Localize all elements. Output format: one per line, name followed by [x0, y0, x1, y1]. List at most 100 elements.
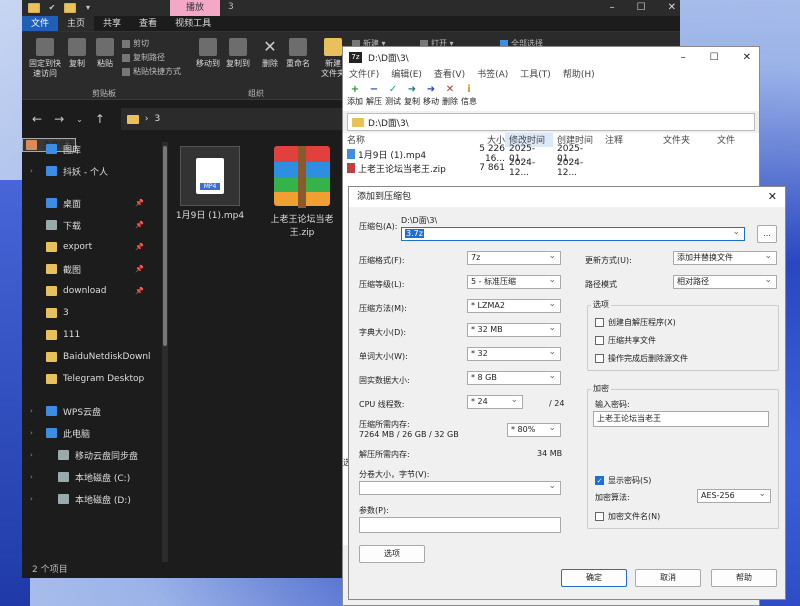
delete-button[interactable]: ✕ 删除	[258, 38, 282, 69]
menu-item[interactable]: 工具(T)	[520, 67, 551, 83]
menu-item[interactable]: 查看(V)	[434, 67, 465, 83]
chevron-right-icon[interactable]: ›	[30, 167, 33, 175]
tab-file[interactable]: 文件	[22, 16, 59, 31]
sidebar-item[interactable]: 截图 📌	[22, 258, 150, 280]
nav-scrollbar[interactable]	[162, 142, 168, 562]
dict-select[interactable]: * 32 MB	[467, 322, 561, 337]
toolbar-button[interactable]: i 信息	[461, 83, 477, 111]
help-button[interactable]: 帮助	[711, 569, 777, 587]
chevron-right-icon[interactable]: ›	[30, 429, 33, 437]
tab-video-tools[interactable]: 视频工具	[166, 16, 220, 31]
ok-button[interactable]: 确定	[561, 569, 627, 587]
cut-button[interactable]: 剪切	[122, 38, 149, 49]
tab-share[interactable]: 共享	[94, 16, 130, 31]
minimize-button[interactable]: –	[681, 52, 686, 63]
options-button[interactable]: 选项	[359, 545, 425, 563]
chevron-right-icon[interactable]: ›	[30, 407, 33, 415]
password-input[interactable]: 上老王论坛当老王	[593, 411, 769, 427]
checkbox-box[interactable]	[595, 512, 604, 521]
chevron-right-icon[interactable]: ›	[30, 495, 33, 503]
minimize-button[interactable]: –	[610, 0, 615, 16]
params-input[interactable]	[359, 517, 561, 533]
rename-button[interactable]: 重命名	[284, 38, 312, 69]
tab-home[interactable]: 主页	[58, 16, 95, 31]
chevron-right-icon[interactable]: ›	[30, 451, 33, 459]
chevron-down-icon[interactable]: ▾	[82, 3, 94, 13]
menu-item[interactable]: 书签(A)	[477, 67, 508, 83]
paste-button[interactable]: 粘贴	[94, 38, 116, 69]
maximize-button[interactable]: ☐	[637, 0, 646, 16]
sidebar-item[interactable]: 3	[22, 302, 150, 324]
close-button[interactable]: ✕	[743, 52, 751, 63]
archive-name-combo[interactable]: 3.7z	[401, 226, 745, 241]
back-arrow-icon[interactable]: ←	[32, 112, 42, 126]
encrypt-names-checkbox[interactable]: 加密文件名(N)	[595, 511, 660, 522]
word-select[interactable]: * 32	[467, 346, 561, 361]
sidebar-item[interactable]: 111	[22, 324, 150, 346]
checkbox-box[interactable]	[595, 318, 604, 327]
pin-icon[interactable]: 📌	[135, 221, 144, 229]
format-select[interactable]: 7z	[467, 250, 561, 265]
delete-after-checkbox[interactable]: 操作完成后删除源文件	[595, 353, 688, 364]
column-comment[interactable]: 注释	[601, 133, 663, 147]
menu-item[interactable]: 文件(F)	[349, 67, 379, 83]
sidebar-item[interactable]: › 此电脑	[22, 422, 150, 444]
sidebar-item[interactable]: download 📌	[22, 280, 150, 302]
toolbar-button[interactable]: ➜ 复制	[404, 83, 420, 111]
check-icon[interactable]: ✔	[46, 3, 58, 13]
toolbar-button[interactable]: + 添加	[347, 83, 363, 111]
sidebar-item[interactable]: BaiduNetdiskDownl	[22, 346, 150, 368]
browse-button[interactable]: ...	[757, 225, 777, 243]
path-field[interactable]: D:\D面\3\	[347, 113, 755, 131]
method-select[interactable]: * LZMA2	[467, 298, 561, 313]
tab-view[interactable]: 查看	[130, 16, 166, 31]
toolbar-button[interactable]: ✕ 删除	[442, 83, 458, 111]
cancel-button[interactable]: 取消	[635, 569, 701, 587]
path-mode-select[interactable]: 相对路径	[673, 274, 777, 289]
pin-icon[interactable]: 📌	[135, 287, 144, 295]
sidebar-item[interactable]: › WPS云盘	[22, 400, 150, 422]
column-name[interactable]: 名称	[343, 133, 459, 147]
paste-shortcut-button[interactable]: 粘贴快捷方式	[122, 66, 181, 77]
toolbar-button[interactable]: ➜ 移动	[423, 83, 439, 111]
close-icon[interactable]: ✕	[768, 187, 777, 207]
toolbar-button[interactable]: ✓ 测试	[385, 83, 401, 111]
toolbar-button[interactable]: − 解压	[366, 83, 382, 111]
sidebar-item[interactable]: 图库	[22, 138, 150, 160]
chevron-down-icon[interactable]: ⌄	[76, 115, 83, 124]
sidebar-item[interactable]: export 📌	[22, 236, 150, 258]
forward-arrow-icon[interactable]: →	[54, 112, 64, 126]
sidebar-item[interactable]: › 本地磁盘 (D:)	[22, 488, 150, 510]
shared-checkbox[interactable]: 压缩共享文件	[595, 335, 656, 346]
copy-button[interactable]: 复制	[66, 38, 88, 69]
menu-item[interactable]: 帮助(H)	[563, 67, 595, 83]
solid-select[interactable]: * 8 GB	[467, 370, 561, 385]
split-select[interactable]	[359, 480, 561, 495]
sfx-checkbox[interactable]: 创建自解压程序(X)	[595, 317, 676, 328]
enc-method-select[interactable]: AES-256	[697, 488, 771, 503]
chevron-right-icon[interactable]: ›	[30, 473, 33, 481]
column-folders[interactable]: 文件夹	[663, 133, 717, 147]
checkbox-box[interactable]	[595, 354, 604, 363]
move-to-button[interactable]: 移动到	[194, 38, 222, 69]
copy-path-button[interactable]: 复制路径	[122, 52, 165, 63]
pin-icon[interactable]: 📌	[135, 243, 144, 251]
pin-icon[interactable]: 📌	[135, 199, 144, 207]
close-button[interactable]: ✕	[668, 0, 676, 16]
cpu-select[interactable]: * 24	[467, 394, 523, 409]
column-files[interactable]: 文件	[717, 133, 747, 147]
file-item[interactable]: MP4 1月9日 (1).mp4	[172, 146, 248, 223]
pin-icon[interactable]: 📌	[135, 265, 144, 273]
file-item[interactable]: 上老王论坛当老 王.zip	[262, 146, 342, 240]
level-select[interactable]: 5 - 标准压缩	[467, 274, 561, 289]
table-row[interactable]: 上老王论坛当老王.zip 7 861 2024-12... 2024-12...	[343, 158, 759, 178]
sidebar-item[interactable]: › 移动云盘同步盘	[22, 444, 150, 466]
up-arrow-icon[interactable]: ↑	[95, 112, 105, 126]
update-select[interactable]: 添加并替换文件	[673, 250, 777, 265]
mem-comp-select[interactable]: * 80%	[507, 422, 561, 437]
maximize-button[interactable]: ☐	[710, 52, 719, 63]
sidebar-item[interactable]: 下载 📌	[22, 214, 150, 236]
sidebar-item[interactable]: › 抖妖 - 个人	[22, 160, 150, 182]
copy-to-button[interactable]: 复制到	[224, 38, 252, 69]
sidebar-item[interactable]: Telegram Desktop	[22, 368, 150, 390]
